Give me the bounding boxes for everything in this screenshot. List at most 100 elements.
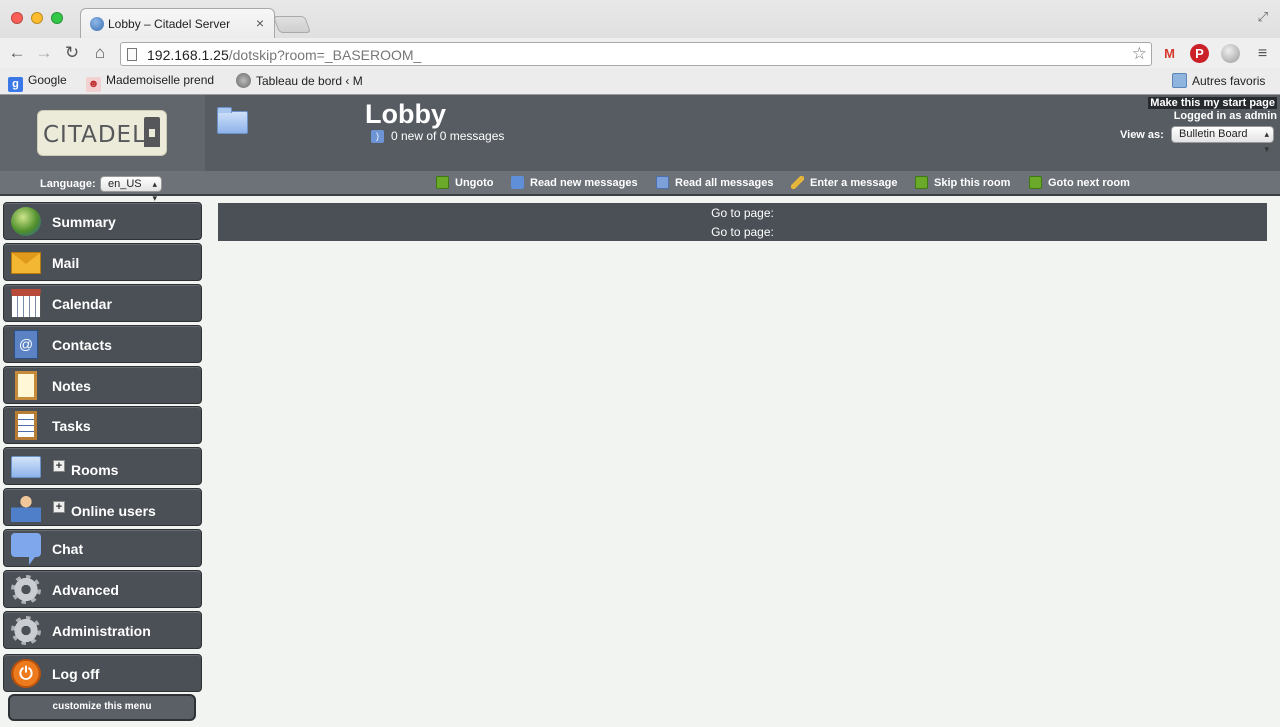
pager-bottom: Go to page: [711,225,774,239]
menu-item-log-off[interactable]: ⏻ Log off [3,654,202,692]
logo-text: CITADEL [43,122,146,148]
folder-icon [1172,73,1187,88]
menu-label: Administration [52,623,151,639]
skip-room-link[interactable]: Skip this room [915,176,1010,189]
address-bar[interactable]: 192.168.1.25/dotskip?room=_BASEROOM_ ☆ [120,42,1152,66]
gear-icon [11,616,41,645]
bookmark-tableau[interactable]: Tableau de bord ‹ M [236,73,363,88]
menu-label: Tasks [52,418,91,434]
calendar-icon [11,289,41,318]
menu-label: Chat [52,541,84,557]
expand-plus-icon[interactable]: + [53,460,65,472]
gear-icon [11,575,41,604]
url-text: 192.168.1.25/dotskip?room=_BASEROOM_ [147,47,421,63]
menu-label: Calendar [52,296,112,312]
notes-icon [15,371,37,400]
view-as-select[interactable]: Bulletin Board ▴ ▾ [1171,126,1274,154]
read-all-icon [656,176,669,189]
ungoto-link[interactable]: Ungoto [436,176,493,189]
action-label: Read all messages [675,177,774,189]
bookmark-mademoiselle[interactable]: ☻ Mademoiselle prend [86,73,214,92]
select-arrows-icon: ▴ ▾ [152,179,157,203]
bookmark-other-folder[interactable]: Autres favoris [1172,73,1265,88]
window-minimize-button[interactable] [31,12,43,24]
menu-item-administration[interactable]: Administration [3,611,202,649]
gmail-extension-icon[interactable]: M [1160,44,1179,63]
bookmark-label: Mademoiselle prend [106,73,215,87]
page-icon [127,48,137,61]
action-label: Skip this room [934,177,1011,189]
user-icon [11,493,41,522]
menu-item-advanced[interactable]: Advanced [3,570,202,608]
bookmark-google[interactable]: g Google [8,73,67,92]
action-label: Goto next room [1048,177,1130,189]
tab-close-icon[interactable]: × [256,15,264,31]
read-all-messages-link[interactable]: Read all messages [656,176,773,189]
menu-item-mail[interactable]: Mail [3,243,202,281]
new-tab-button[interactable] [272,16,312,33]
menu-item-contacts[interactable]: @ Contacts [3,325,202,363]
enter-message-link[interactable]: Enter a message [791,176,897,189]
message-pager: Go to page: Go to page: [218,203,1267,241]
url-path: /dotskip?room=_BASEROOM_ [228,47,422,63]
address-book-icon: @ [14,330,38,359]
rss-icon[interactable]: ) [371,130,384,143]
browser-tab[interactable]: Lobby – Citadel Server × [80,8,275,38]
menu-item-notes[interactable]: Notes [3,366,202,404]
make-start-page-link[interactable]: Make this my start page [1148,97,1277,109]
globe-extension-icon[interactable] [1221,44,1240,63]
menu-item-tasks[interactable]: Tasks [3,406,202,444]
bookmark-star-icon[interactable]: ☆ [1132,44,1147,64]
logged-in-status: Logged in as admin [1173,110,1277,122]
globe-icon [11,207,41,236]
chat-bubble-icon [11,533,41,565]
envelope-icon [11,252,41,274]
citadel-favicon-icon [90,17,104,31]
bookmark-label: Tableau de bord ‹ M [256,74,363,88]
room-title: Lobby [365,99,446,129]
expand-plus-icon[interactable]: + [53,501,65,513]
power-icon: ⏻ [11,659,41,688]
refresh-icon [511,176,524,189]
fullscreen-icon[interactable]: ⤢ [1258,9,1268,25]
pinterest-extension-icon[interactable]: P [1190,44,1209,63]
pager-top: Go to page: [711,206,774,220]
action-label: Ungoto [455,177,494,189]
window-close-button[interactable] [11,12,23,24]
menu-item-online-users[interactable]: + Online users [3,488,202,526]
language-value: en_US [108,178,142,190]
language-select[interactable]: en_US ▴ ▾ [100,176,162,203]
menu-item-calendar[interactable]: Calendar [3,284,202,322]
site-header: CITADEL Lobby ) 0 new of 0 messages Make… [0,95,1280,171]
tab-strip: Lobby – Citadel Server × ⤢ [0,0,1280,38]
back-arrow-icon[interactable]: ← [6,42,28,64]
ungoto-icon [436,176,449,189]
forward-arrow-icon[interactable]: → [33,42,55,64]
goto-next-room-link[interactable]: Goto next room [1029,176,1130,189]
menu-label: Rooms [71,462,119,478]
skip-icon [915,176,928,189]
menu-item-chat[interactable]: Chat [3,529,202,567]
menu-label: Online users [71,503,156,519]
browser-menu-icon[interactable]: ≡ [1253,44,1272,63]
tasks-icon [15,411,37,440]
action-label: Enter a message [810,177,898,189]
window-zoom-button[interactable] [51,12,63,24]
read-new-messages-link[interactable]: Read new messages [511,176,638,189]
menu-item-summary[interactable]: Summary [3,202,202,240]
goto-icon [1029,176,1042,189]
citadel-logo[interactable]: CITADEL [37,110,167,156]
action-label: Read new messages [530,177,638,189]
room-folder-icon [217,107,248,134]
logo-area: CITADEL [0,95,205,171]
select-arrows-icon: ▴ ▾ [1264,129,1269,154]
browser-toolbar: ← → ↻ ⌂ 192.168.1.25/dotskip?room=_BASER… [0,38,1280,68]
menu-item-rooms[interactable]: + Rooms [3,447,202,485]
menu-label: Notes [52,378,91,394]
home-icon[interactable]: ⌂ [89,42,111,64]
reload-icon[interactable]: ↻ [61,42,83,64]
google-icon: g [8,77,23,92]
menu-label: Contacts [52,337,112,353]
customize-menu-button[interactable]: customize this menu [8,694,196,721]
view-as-label: View as: [1120,129,1164,141]
